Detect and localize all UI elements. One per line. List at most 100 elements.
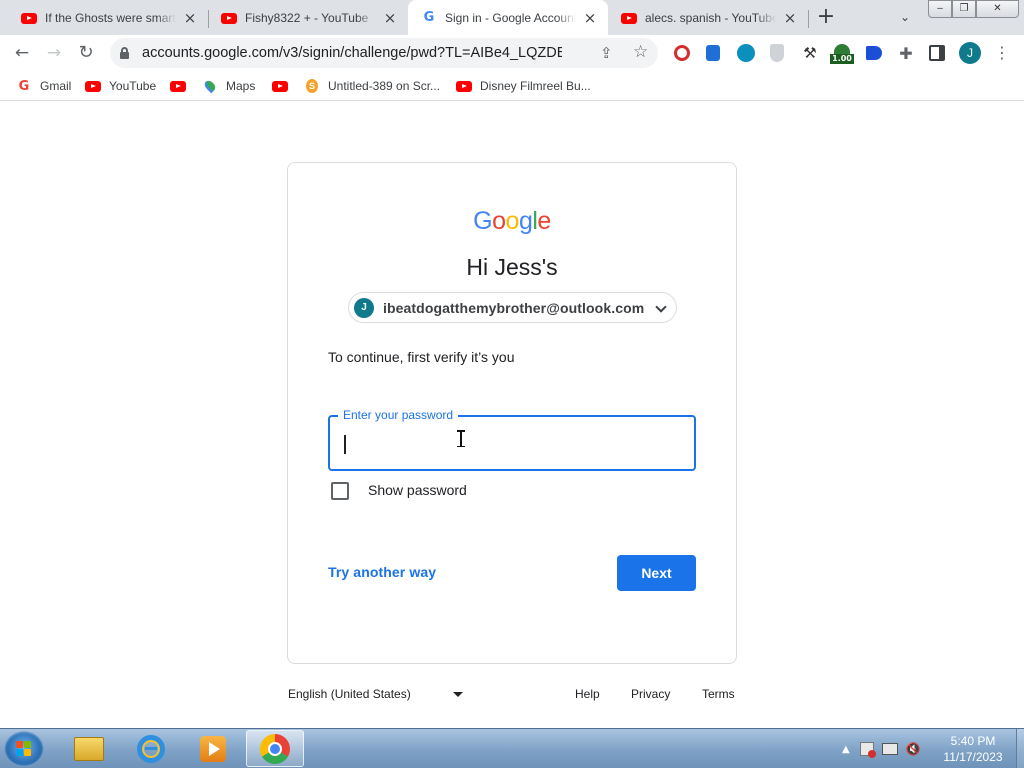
tab-search-icon[interactable]: ⌄: [896, 8, 914, 26]
close-icon[interactable]: ×: [582, 10, 598, 26]
action-center-icon[interactable]: [859, 742, 876, 758]
youtube-icon: [272, 78, 288, 94]
tab-title: Sign in - Google Accounts: [445, 10, 576, 25]
password-field[interactable]: Enter your password: [328, 408, 696, 471]
page-title: Hi Jess's: [466, 254, 558, 280]
bookmark-disney[interactable]: Disney Filmreel Bu...: [456, 76, 591, 96]
lock-icon[interactable]: [120, 47, 129, 59]
side-panel-icon[interactable]: [929, 45, 945, 61]
bookmarks-bar: G Gmail YouTube Maps S Untitled-389 on S…: [0, 71, 1024, 101]
chevron-down-icon: [654, 301, 668, 315]
bookmark-youtube[interactable]: YouTube: [85, 76, 156, 96]
chrome-icon[interactable]: [246, 730, 304, 767]
show-password-checkbox[interactable]: [331, 482, 349, 500]
tab-google-signin[interactable]: G Sign in - Google Accounts ×: [408, 0, 608, 35]
password-input[interactable]: [342, 429, 682, 457]
clock-date: 11/17/2023: [943, 750, 1003, 764]
avatar: J: [354, 297, 374, 318]
tab-ghosts[interactable]: If the Ghosts were smart ×: [8, 3, 208, 33]
youtube-icon: [221, 10, 237, 26]
profile-avatar[interactable]: J: [959, 42, 981, 64]
privacy-link[interactable]: Privacy: [631, 687, 670, 701]
phone-extension-icon[interactable]: [706, 45, 720, 61]
tab-fishy[interactable]: Fishy8322 + - YouTube ×: [208, 3, 408, 33]
close-icon[interactable]: ×: [382, 10, 398, 26]
close-icon[interactable]: ×: [182, 10, 198, 26]
signin-card: Google Hi Jess's J ibeatdogatthemybrothe…: [287, 162, 737, 664]
text-cursor-icon: [457, 430, 465, 447]
show-password-label[interactable]: Show password: [368, 482, 467, 498]
youtube-icon: [456, 78, 472, 94]
text-caret: [344, 435, 346, 454]
bookmark-label: Untitled-389 on Scr...: [328, 79, 441, 93]
speed-extension-icon[interactable]: 1.00: [830, 42, 854, 66]
gauge-icon: [834, 44, 850, 54]
youtube-icon: [21, 10, 37, 26]
minimize-button[interactable]: ‒: [928, 0, 952, 18]
address-bar[interactable]: accounts.google.com/v3/signin/challenge/…: [110, 38, 658, 68]
close-icon[interactable]: ×: [782, 10, 798, 26]
youtube-icon: [85, 78, 101, 94]
language-selector[interactable]: English (United States): [288, 687, 463, 701]
adblock-extension-icon[interactable]: [674, 45, 690, 61]
reload-button[interactable]: ↻: [72, 39, 100, 67]
bookmark-label: YouTube: [109, 79, 157, 93]
next-button[interactable]: Next: [617, 555, 696, 591]
windows-taskbar: ▲ 🔇 5:40 PM 11/17/2023: [0, 728, 1024, 768]
start-button[interactable]: [4, 731, 44, 767]
back-button[interactable]: ←: [8, 39, 36, 67]
scratch-icon: S: [304, 78, 320, 94]
dropdown-arrow-icon: [452, 691, 463, 697]
system-clock[interactable]: 5:40 PM 11/17/2023: [930, 733, 1016, 765]
shield-extension-icon[interactable]: [770, 44, 784, 62]
chrome-menu-icon[interactable]: ⋮: [994, 42, 1010, 64]
bookmark-youtube-3[interactable]: [272, 76, 296, 96]
media-player-icon[interactable]: [184, 730, 242, 767]
tab-alecs-spanish[interactable]: alecs. spanish - YouTube ×: [608, 3, 808, 33]
bookmark-label: Maps: [226, 79, 256, 93]
clock-time: 5:40 PM: [950, 734, 996, 748]
try-another-way-link[interactable]: Try another way: [328, 564, 436, 580]
internet-explorer-icon[interactable]: [122, 730, 180, 767]
volume-muted-icon[interactable]: 🔇: [906, 742, 921, 756]
network-icon[interactable]: [881, 743, 898, 755]
bookmark-maps[interactable]: Maps: [202, 76, 255, 96]
bookmark-scratch[interactable]: S Untitled-389 on Scr...: [304, 76, 440, 96]
proxy-extension-icon[interactable]: [737, 44, 755, 62]
account-email: ibeatdogatthemybrother@outlook.com: [383, 299, 645, 316]
maximize-button[interactable]: ❐: [952, 0, 976, 18]
account-chip[interactable]: J ibeatdogatthemybrother@outlook.com: [348, 292, 677, 323]
bookmark-youtube-2[interactable]: [170, 76, 194, 96]
bookmark-star-icon[interactable]: ☆: [633, 42, 648, 62]
system-tray: ▲ 🔇: [842, 731, 921, 767]
tab-separator: [808, 10, 809, 28]
terms-link[interactable]: Terms: [702, 687, 735, 701]
logo-letter: G: [473, 207, 493, 235]
tab-title: If the Ghosts were smart: [45, 11, 176, 25]
bookmark-gmail[interactable]: G Gmail: [16, 76, 72, 96]
show-desktop-button[interactable]: [1016, 729, 1024, 768]
windows-logo-icon: [16, 741, 32, 757]
extension-badge: 1.00: [830, 54, 854, 64]
url-text[interactable]: accounts.google.com/v3/signin/challenge/…: [142, 45, 562, 61]
puzzle-extensions-icon[interactable]: ✚: [897, 44, 915, 63]
google-logo: Google: [288, 207, 736, 236]
window-close-button[interactable]: ✕: [976, 0, 1019, 18]
maps-pin-icon: [202, 78, 218, 94]
tools-extension-icon[interactable]: ⚒: [801, 44, 819, 62]
google-icon: G: [18, 78, 30, 94]
tab-title: Fishy8322 + - YouTube: [245, 11, 369, 25]
password-label: Enter your password: [338, 408, 459, 422]
share-icon[interactable]: ⇪: [600, 44, 613, 62]
bookmark-label: Gmail: [40, 79, 72, 93]
arrow-extension-icon[interactable]: [866, 46, 882, 60]
show-hidden-icons-icon[interactable]: ▲: [842, 744, 850, 755]
file-explorer-icon[interactable]: [60, 730, 118, 767]
new-tab-button[interactable]: +: [814, 6, 838, 29]
logo-letter: e: [537, 207, 551, 235]
logo-letter: o: [505, 207, 520, 235]
help-link[interactable]: Help: [575, 687, 600, 701]
google-icon: G: [423, 10, 435, 25]
forward-button[interactable]: →: [40, 39, 68, 67]
youtube-icon: [621, 10, 637, 26]
